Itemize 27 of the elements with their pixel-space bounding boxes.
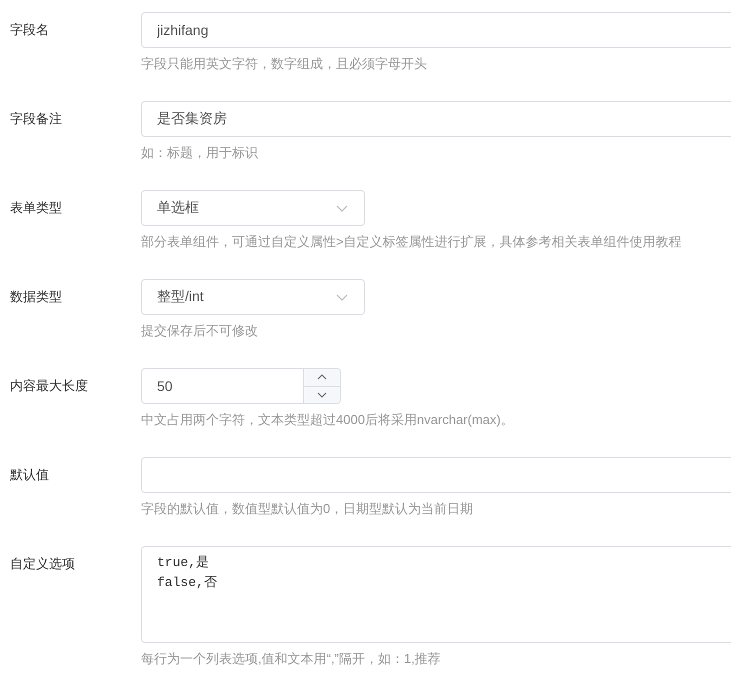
chevron-up-icon [317, 374, 327, 380]
field-label: 默认值 [9, 466, 50, 484]
help-text: 部分表单组件，可通过自定义属性>自定义标签属性进行扩展，具体参考相关表单组件使用教程 [141, 233, 683, 251]
help-text: 提交保存后不可修改 [141, 322, 259, 340]
select-field[interactable]: 单选框 [141, 190, 365, 226]
field-label: 字段备注 [9, 110, 63, 128]
select-field[interactable]: 整型/int [141, 279, 365, 315]
chevron-down-icon [336, 294, 348, 300]
chevron-down-icon [336, 204, 348, 212]
help-text: 每行为一个列表选项,值和文本用“,”隔开，如：1,推荐 [141, 650, 442, 668]
field-label: 内容最大长度 [9, 377, 89, 395]
text-field[interactable]: 是否集资房 [141, 101, 731, 137]
text-field[interactable] [141, 457, 731, 493]
field-label: 字段名 [9, 21, 50, 39]
help-text: 字段的默认值，数值型默认值为0，日期型默认为当前日期 [141, 500, 474, 518]
field-label: 自定义选项 [9, 555, 76, 573]
chevron-down-icon [317, 392, 327, 398]
help-text: 中文占用两个字符，文本类型超过4000后将采用nvarchar(max)。 [141, 411, 515, 429]
field-label: 表单类型 [9, 199, 63, 217]
help-text: 字段只能用英文字符，数字组成，且必须字母开头 [141, 55, 428, 73]
text-field[interactable]: jizhifang [141, 12, 731, 48]
field-label: 数据类型 [9, 288, 63, 306]
help-text: 如：标题，用于标识 [141, 144, 259, 162]
number-field[interactable]: 50 [141, 368, 304, 404]
text-area[interactable]: true,是 false,否 [141, 546, 731, 643]
increment-button[interactable] [304, 369, 340, 386]
decrement-button[interactable] [304, 386, 340, 403]
